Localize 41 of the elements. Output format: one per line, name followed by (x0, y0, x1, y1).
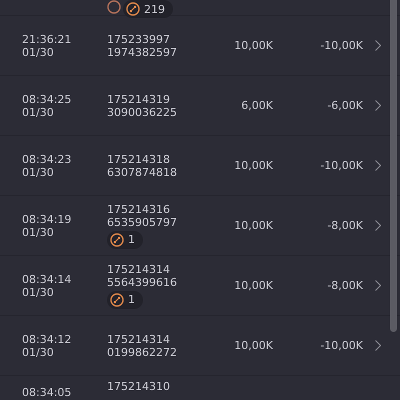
result-text: -10,00K (319, 159, 363, 172)
date-text: 01/30 (22, 346, 54, 358)
link-badge: 1 (107, 230, 143, 248)
date-text: 01/30 (22, 106, 54, 118)
amount-text: 10,00K (233, 339, 273, 352)
id-text: 175214318 (107, 152, 170, 166)
amount-text: 10,00K (233, 279, 273, 292)
time-text: 08:34:12 (22, 332, 72, 346)
id-text: 175214316 (107, 202, 170, 216)
date-text: 01/30 (22, 46, 54, 58)
id-text: 3090036225 (107, 106, 177, 118)
id-text: 6307874818 (107, 166, 177, 178)
time-text: 08:34:23 (22, 152, 72, 166)
id-text: 5564399616 (107, 276, 177, 288)
id-text: 175214319 (107, 92, 170, 106)
link-badge: 1 (107, 290, 143, 308)
time-text: 08:34:25 (22, 92, 72, 106)
time-text: 08:34:19 (22, 212, 72, 226)
result-text: -8,00K (326, 279, 363, 292)
id-text: 6535905797 (107, 216, 177, 228)
id-text: 175214310 (107, 380, 171, 393)
id-text: 175233997 (107, 32, 170, 46)
time-text: 08:34:05 (22, 385, 72, 399)
link-badge: 219 (123, 0, 173, 18)
result-text: -6,00K (326, 99, 363, 112)
id-text: 175214314 (107, 332, 170, 346)
date-text: 01/30 (22, 226, 54, 238)
time-text: 21:36:21 (22, 32, 72, 46)
id-text: 0199862272 (107, 346, 177, 358)
result-text: -10,00K (319, 39, 363, 52)
date-text: 01/30 (22, 286, 54, 298)
amount-text: 10,00K (233, 39, 273, 52)
id-text: 1974382597 (107, 46, 177, 58)
date-text: 01/30 (22, 166, 54, 178)
result-text: -8,00K (326, 219, 363, 232)
amount-text: 10,00K (233, 219, 273, 232)
time-text: 08:34:14 (22, 272, 72, 286)
id-text: 175214314 (107, 262, 170, 276)
amount-text: 6,00K (240, 99, 273, 112)
amount-text: 10,00K (233, 159, 273, 172)
result-text: -10,00K (319, 339, 363, 352)
